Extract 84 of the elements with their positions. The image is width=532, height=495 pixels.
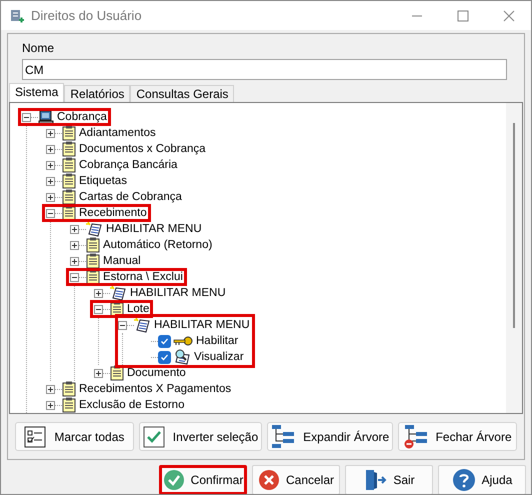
- document-icon: [62, 157, 76, 173]
- tree-item[interactable]: Documento: [127, 366, 186, 380]
- document-icon: [62, 381, 76, 397]
- tree-remove-icon: [404, 424, 428, 448]
- tree-item[interactable]: Visualizar: [194, 350, 244, 364]
- expand-toggle-icon[interactable]: [46, 128, 55, 138]
- document-icon: [62, 189, 76, 205]
- scrollbar-thumb[interactable]: [513, 123, 515, 328]
- toolbar-button[interactable]: Inverter seleção: [138, 422, 262, 451]
- checklist-icon: [24, 426, 46, 448]
- tree-item[interactable]: Etiquetas: [79, 174, 127, 188]
- document-icon: [62, 205, 76, 221]
- document-icon: [86, 237, 100, 253]
- help-icon: [452, 468, 476, 492]
- toolbar-button[interactable]: Expandir Árvore: [267, 422, 394, 451]
- expand-toggle-icon[interactable]: [94, 368, 103, 378]
- exit-door-icon: [363, 468, 388, 492]
- expand-toggle-icon[interactable]: [46, 144, 55, 154]
- check-circle-icon: [162, 469, 185, 491]
- field-label: Nome: [22, 40, 56, 57]
- dialog-button[interactable]: Sair: [345, 465, 433, 494]
- expand-toggle-icon[interactable]: [46, 192, 55, 202]
- checkbox[interactable]: [158, 350, 171, 364]
- document-icon: [62, 141, 76, 157]
- scrollbar[interactable]: [506, 103, 522, 413]
- expand-toggle-icon[interactable]: [94, 288, 103, 298]
- expand-toggle-icon[interactable]: [70, 240, 79, 250]
- document-icon: [86, 269, 100, 285]
- expand-toggle-icon[interactable]: [70, 224, 79, 234]
- menu-sheet-icon: [86, 221, 103, 237]
- toolbar-button[interactable]: Marcar todas: [15, 422, 134, 451]
- tree-item[interactable]: Lote: [127, 302, 150, 316]
- expand-toggle-icon[interactable]: [46, 400, 55, 410]
- document-icon: [110, 365, 124, 381]
- tree-item[interactable]: Estorna \ Exclui: [103, 270, 183, 284]
- collapse-toggle-icon[interactable]: [22, 112, 31, 122]
- tree-item[interactable]: HABILITAR MENU: [154, 318, 250, 332]
- document-icon: [62, 397, 76, 413]
- dialog-button[interactable]: Ajuda: [438, 465, 526, 494]
- collapse-toggle-icon[interactable]: [70, 272, 79, 282]
- checkmark-icon: [142, 426, 165, 448]
- checkbox[interactable]: [158, 334, 171, 348]
- tab[interactable]: Relatórios: [64, 85, 130, 102]
- expand-toggle-icon[interactable]: [46, 160, 55, 170]
- collapse-toggle-icon[interactable]: [118, 320, 127, 330]
- app-icon: [9, 8, 25, 24]
- tree-structure-icon: [271, 424, 296, 448]
- tree-item[interactable]: Automático (Retorno): [103, 238, 212, 252]
- tree-item[interactable]: Adiantamentos: [79, 126, 156, 140]
- tab[interactable]: Sistema: [9, 83, 64, 102]
- menu-sheet-icon: [110, 285, 127, 301]
- tree-item[interactable]: Habilitar: [196, 334, 238, 348]
- cancel-circle-icon: [258, 469, 280, 491]
- name-field[interactable]: CM: [22, 59, 507, 80]
- close-icon[interactable]: [503, 10, 515, 22]
- computer-icon: [38, 110, 54, 124]
- menu-sheet-icon: [134, 317, 151, 333]
- document-icon: [62, 125, 76, 141]
- dialog-button[interactable]: Cancelar: [252, 465, 340, 494]
- tree-item[interactable]: HABILITAR MENU: [106, 222, 202, 236]
- dialog-button[interactable]: Confirmar: [159, 465, 247, 494]
- tree-item[interactable]: Cobrança Bancária: [79, 158, 178, 172]
- window-title: Direitos do Usuário: [31, 6, 142, 25]
- document-icon: [110, 301, 124, 317]
- expand-toggle-icon[interactable]: [46, 176, 55, 186]
- tree-item[interactable]: Cartas de Cobrança: [79, 190, 182, 204]
- collapse-toggle-icon[interactable]: [94, 304, 103, 314]
- tree-item[interactable]: HABILITAR MENU: [130, 286, 226, 300]
- maximize-icon[interactable]: [457, 10, 469, 22]
- magnifier-sheet-icon: [173, 349, 191, 365]
- tree-item[interactable]: Manual: [103, 254, 141, 268]
- key-icon: [173, 335, 193, 347]
- tree-item[interactable]: Recebimento: [79, 206, 147, 220]
- collapse-toggle-icon[interactable]: [46, 208, 55, 218]
- document-icon: [86, 253, 100, 269]
- tree-item[interactable]: Recebimentos X Pagamentos: [79, 382, 232, 396]
- tree-item[interactable]: Exclusão de Estorno: [79, 398, 184, 412]
- expand-toggle-icon[interactable]: [46, 384, 55, 394]
- tree-item[interactable]: Documentos x Cobrança: [79, 142, 206, 156]
- tree-item[interactable]: Cobrança: [57, 110, 107, 124]
- expand-toggle-icon[interactable]: [70, 256, 79, 266]
- document-icon: [62, 173, 76, 189]
- toolbar-button[interactable]: Fechar Árvore: [398, 422, 517, 451]
- tab[interactable]: Consultas Gerais: [130, 85, 234, 102]
